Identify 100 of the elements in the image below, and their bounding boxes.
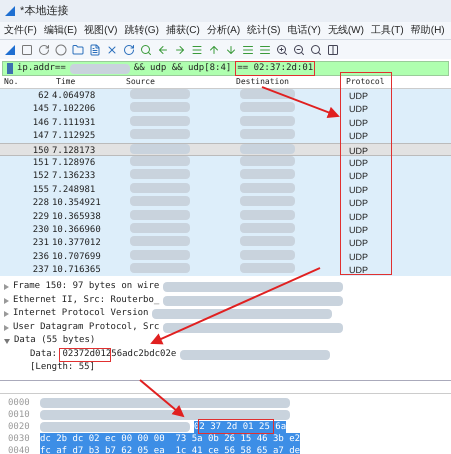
packet-row[interactable]: 230 10.366960 UDP bbox=[0, 222, 451, 236]
packet-row[interactable]: 150 7.128173 UDP bbox=[0, 142, 451, 156]
blurred-region bbox=[240, 169, 295, 180]
file-icon[interactable] bbox=[89, 44, 101, 56]
close-icon[interactable] bbox=[106, 44, 118, 56]
menu-item[interactable]: 跳转(G) bbox=[124, 23, 159, 38]
blurred-region bbox=[130, 89, 190, 99]
blurred-region bbox=[130, 156, 190, 166]
table-cell-text: UDP bbox=[348, 170, 370, 184]
packet-row[interactable]: 147 7.112925 UDP bbox=[0, 129, 451, 143]
table-cell-text: 7.248981 bbox=[52, 184, 96, 197]
table-cell-text: UDP bbox=[348, 156, 370, 170]
table-cell-text: 10.377012 bbox=[52, 237, 102, 250]
table-cell-text: UDP bbox=[348, 264, 370, 278]
table-cell-text: UDP bbox=[348, 197, 370, 210]
expanded-arrow-icon[interactable] bbox=[4, 338, 10, 344]
table-cell-text: 147 bbox=[32, 130, 50, 144]
hex-offset: 0010 bbox=[7, 408, 31, 422]
zoom-in-icon[interactable] bbox=[276, 44, 288, 56]
tree-item[interactable]: Frame 150: 97 bytes on wire bbox=[13, 280, 160, 294]
collapsed-arrow-icon[interactable] bbox=[4, 324, 9, 331]
packet-row[interactable]: 152 7.136233 UDP bbox=[0, 169, 451, 183]
column-header[interactable]: Destination bbox=[232, 76, 342, 88]
menu-item[interactable]: 捕获(C) bbox=[166, 23, 200, 38]
arrow-down-icon[interactable] bbox=[225, 44, 237, 56]
packet-row[interactable]: 151 7.128976 UDP bbox=[0, 156, 451, 170]
menu-item[interactable]: 工具(T) bbox=[370, 23, 404, 38]
table-cell-text: 10.366960 bbox=[52, 224, 102, 237]
table-cell-text: 155 bbox=[32, 184, 50, 197]
blurred-region bbox=[240, 89, 295, 99]
arrow-left-icon[interactable] bbox=[157, 44, 169, 56]
packet-row[interactable]: 229 10.365938 UDP bbox=[0, 210, 451, 223]
column-header[interactable]: Time bbox=[52, 76, 122, 88]
packet-row[interactable]: 237 10.716365 UDP bbox=[0, 263, 451, 276]
menu-item[interactable]: 文件(F) bbox=[4, 23, 37, 38]
table-cell-text: 10.707699 bbox=[52, 250, 102, 264]
arrow-up-icon[interactable] bbox=[208, 44, 220, 56]
packet-row[interactable]: 155 7.248981 UDP bbox=[0, 182, 451, 196]
table-cell-text: UDP bbox=[348, 130, 370, 144]
tree-item[interactable]: Ethernet II, Src: Routerbo_ bbox=[13, 294, 160, 308]
zoom-reset-icon[interactable] bbox=[310, 44, 322, 56]
table-cell-text: 236 bbox=[32, 250, 50, 264]
table-cell-text: 230 bbox=[32, 224, 50, 237]
table-cell-text: UDP bbox=[348, 90, 370, 103]
filter-text: ip.addr== bbox=[17, 62, 66, 75]
packet-row[interactable]: 236 10.707699 UDP bbox=[0, 250, 451, 264]
lines-icon[interactable] bbox=[242, 44, 254, 56]
fin-icon bbox=[4, 5, 16, 17]
menu-item[interactable]: 视图(V) bbox=[84, 23, 118, 38]
fin-icon[interactable] bbox=[4, 44, 16, 56]
blurred-region bbox=[130, 169, 190, 180]
collapsed-arrow-icon[interactable] bbox=[4, 311, 9, 318]
filter-text: && udp && udp[8:4] bbox=[134, 62, 232, 75]
arrow-right-icon[interactable] bbox=[174, 44, 186, 56]
blurred-region bbox=[240, 236, 295, 246]
zoom-out-icon[interactable] bbox=[293, 44, 305, 56]
table-cell-text: 145 bbox=[32, 103, 50, 116]
collapsed-arrow-icon[interactable] bbox=[4, 298, 9, 304]
window-title: *本地连接 bbox=[20, 4, 68, 19]
table-cell-text: 237 bbox=[32, 264, 50, 278]
tree-item[interactable]: User Datagram Protocol, Src bbox=[13, 320, 160, 334]
table-cell-text: 146 bbox=[32, 116, 50, 130]
menu-item[interactable]: 分析(A) bbox=[206, 23, 240, 38]
menu-item[interactable]: 帮助(H) bbox=[410, 23, 445, 38]
blurred-region bbox=[130, 182, 190, 193]
display-filter-field[interactable]: ip.addr== && udp && udp[8:4] == 02:37:2d:01 bbox=[2, 61, 449, 76]
blurred-region bbox=[130, 250, 190, 260]
columns-icon[interactable] bbox=[327, 44, 339, 56]
blurred-region bbox=[240, 263, 295, 274]
search-icon[interactable] bbox=[140, 44, 152, 56]
column-header[interactable]: Protocol bbox=[342, 76, 451, 88]
packet-row[interactable]: 228 10.354921 UDP bbox=[0, 196, 451, 210]
hex-offset: 0000 bbox=[7, 396, 31, 410]
menu-item[interactable]: 电话(Y) bbox=[288, 23, 321, 38]
packet-row[interactable]: 145 7.102206 UDP bbox=[0, 102, 451, 116]
packet-row[interactable]: 146 7.111931 UDP bbox=[0, 116, 451, 130]
stop-icon[interactable] bbox=[21, 44, 33, 56]
menu-item[interactable]: 统计(S) bbox=[247, 23, 280, 38]
table-cell-text: 10.354921 bbox=[52, 197, 102, 210]
menu-item[interactable]: 无线(W) bbox=[328, 23, 364, 38]
tree-item[interactable]: Data (55 bytes) bbox=[14, 334, 96, 348]
collapsed-arrow-icon[interactable] bbox=[4, 284, 9, 290]
blurred-region bbox=[130, 236, 190, 246]
table-cell-text: 228 bbox=[32, 197, 50, 210]
table-cell-text: 150 bbox=[32, 144, 50, 158]
table-cell-text: 229 bbox=[32, 210, 50, 224]
column-header[interactable]: Source bbox=[122, 76, 232, 88]
table-cell-text: UDP bbox=[348, 250, 370, 264]
blurred-region bbox=[130, 102, 190, 112]
table-cell-text: UDP bbox=[348, 116, 370, 130]
tree-item[interactable]: [Length: 55] bbox=[30, 361, 96, 375]
packet-row[interactable]: 62 4.064978 UDP bbox=[0, 89, 451, 102]
column-header[interactable]: No. bbox=[0, 76, 52, 88]
menu-item[interactable]: 编辑(E) bbox=[44, 23, 78, 38]
folder-icon[interactable] bbox=[72, 44, 84, 56]
reload-icon[interactable] bbox=[123, 44, 135, 56]
blurred-region bbox=[70, 64, 130, 74]
tree-item[interactable]: Internet Protocol Version bbox=[13, 307, 148, 321]
packet-row[interactable]: 231 10.377012 UDP bbox=[0, 236, 451, 250]
restart-icon[interactable] bbox=[38, 44, 50, 56]
